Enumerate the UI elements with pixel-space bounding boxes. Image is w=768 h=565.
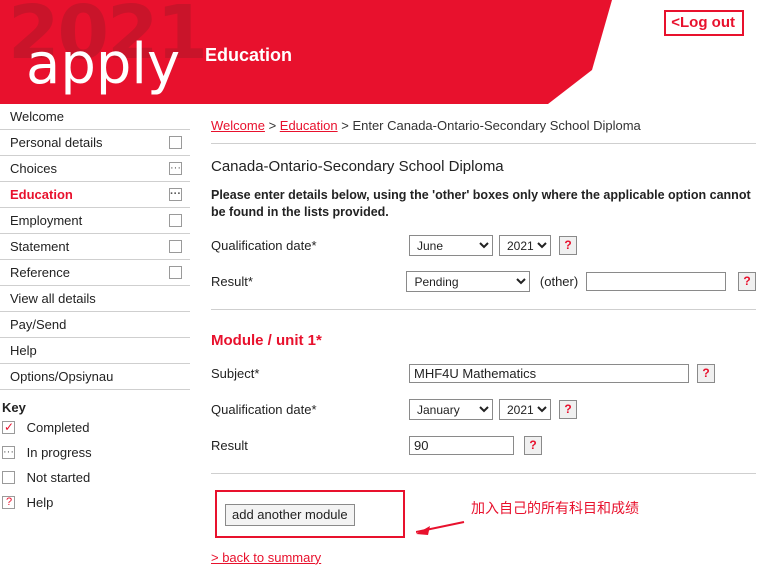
subject-row: Subject* ? [211,363,756,385]
sidebar-item-choices[interactable]: Choices ··· [0,156,190,182]
instructions-text: Please enter details below, using the 'o… [211,188,751,219]
check-icon: ✓ [2,421,15,434]
result-label: Result* [211,274,253,290]
module-date-help-button[interactable]: ? [559,400,577,420]
breadcrumb-separator: > [337,118,353,133]
back-to-summary-link-row: > back to summary [211,550,756,565]
result-other-input[interactable] [586,272,727,292]
add-module-area: add another module 加入自己的所有科目和成绩 [211,489,756,538]
result-row: Result* Pending (other) ? [211,271,756,293]
key-item-label: Not started [26,470,91,485]
breadcrumb: Welcome > Education > Enter Canada-Ontar… [211,104,756,133]
key-item-label: In progress [26,445,92,460]
breadcrumb-divider [211,143,756,144]
key-item-not-started: Not started [0,465,190,490]
status-box-empty-icon [169,136,182,149]
module-result-label: Result [211,438,248,454]
key-item-completed: ✓ Completed [0,415,190,440]
subject-label: Subject* [211,366,260,382]
main-content: Welcome > Education > Enter Canada-Ontar… [211,104,756,565]
qualification-month-select[interactable]: June [409,235,493,257]
module-result-row: Result ? [211,435,756,457]
sidebar-item-employment[interactable]: Employment [0,208,190,234]
sidebar-item-pay-send[interactable]: Pay/Send [0,312,190,338]
sidebar-item-welcome[interactable]: Welcome [0,104,190,130]
breadcrumb-current: Enter Canada-Ontario-Secondary School Di… [352,118,641,133]
qualification-date-label: Qualification date* [211,238,317,254]
sidebar-item-help[interactable]: Help [0,338,190,364]
empty-box-icon [2,471,15,484]
module-result-input[interactable] [409,436,514,456]
qualification-date-help-button[interactable]: ? [559,236,577,256]
key-legend-title: Key [2,400,26,415]
key-item-help: ? Help [0,490,190,515]
add-another-module-button[interactable]: add another module [225,503,355,526]
logout-button[interactable]: <Log out [664,10,744,36]
module-result-help-button[interactable]: ? [524,436,542,456]
qualification-date-row: Qualification date* June 2021 ? [211,235,756,257]
status-box-empty-icon [169,266,182,279]
module-year-select[interactable]: 2021 [499,399,551,421]
dots-icon: ··· [2,446,15,459]
result-select[interactable]: Pending [406,271,530,293]
annotation-text: 加入自己的所有科目和成绩 [471,500,639,517]
sidebar-item-label: Choices [10,161,57,176]
sidebar-item-options[interactable]: Options/Opsiynau [0,364,190,390]
sidebar-item-personal-details[interactable]: Personal details [0,130,190,156]
module-title: Module / unit 1* [211,331,322,349]
sidebar-item-label: Personal details [10,135,103,150]
sidebar-item-label: Employment [10,213,83,228]
sidebar-item-view-all-details[interactable]: View all details [0,286,190,312]
qualification-year-select[interactable]: 2021 [499,235,551,257]
status-box-in-progress-icon: ··· [169,162,182,175]
sidebar-item-label: Pay/Send [10,317,67,332]
breadcrumb-separator: > [264,118,280,133]
sidebar-item-label: Welcome [10,109,64,124]
sidebar-item-label: View all details [10,291,96,306]
module-qualification-date-label: Qualification date* [211,402,317,418]
section-divider [211,308,756,310]
page-title: Canada-Ontario-Secondary School Diploma [211,158,504,175]
key-item-label: Help [26,495,54,510]
result-help-button[interactable]: ? [738,272,756,292]
module-qualification-date-row: Qualification date* January 2021 ? [211,399,756,421]
back-to-summary-link[interactable]: > back to summary [211,550,321,565]
sidebar-item-label: Options/Opsiynau [10,369,114,384]
subject-help-button[interactable]: ? [697,364,715,384]
status-box-empty-icon [169,214,182,227]
sidebar-item-label: Reference [10,265,70,280]
module-divider [211,472,756,474]
page-header: 2021 apply Education <Log out [0,0,768,104]
sidebar-item-education[interactable]: Education ··· [0,182,190,208]
other-label: (other) [539,274,579,290]
sidebar-item-reference[interactable]: Reference [0,260,190,286]
sidebar-item-label: Help [10,343,37,358]
sidebar-item-statement[interactable]: Statement [0,234,190,260]
module-month-select[interactable]: January [409,399,493,421]
header-section-title: Education [205,45,293,65]
apply-logo: apply [26,32,181,97]
breadcrumb-link-education[interactable]: Education [280,118,338,133]
breadcrumb-link-welcome[interactable]: Welcome [211,118,265,133]
annotation-arrow-icon [416,520,465,535]
key-item-label: Completed [26,420,90,435]
sidebar-item-label: Education [10,187,73,202]
status-box-in-progress-icon: ··· [169,188,182,201]
key-item-in-progress: ··· In progress [0,440,190,465]
status-box-empty-icon [169,240,182,253]
help-question-icon: ? [2,496,15,509]
sidebar-nav: Welcome Personal details Choices ··· Edu… [0,104,190,515]
sidebar-item-label: Statement [10,239,70,254]
subject-input[interactable] [409,364,689,384]
